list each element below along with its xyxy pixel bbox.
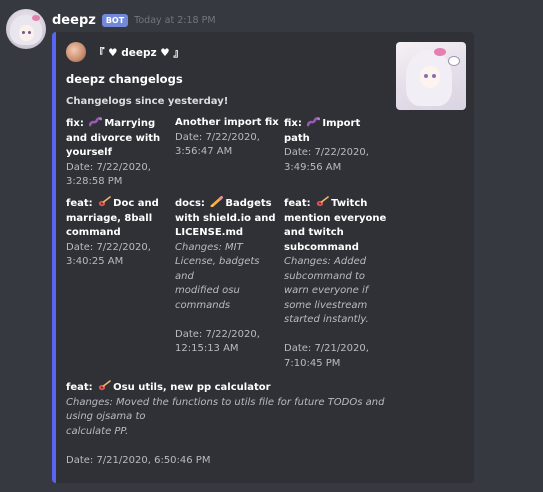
field-prefix: feat: — [66, 382, 97, 393]
field-changes-line: License, badgets and — [175, 256, 260, 282]
changelog-field: docs: Badgets with shield.io and LICENSE.m… — [175, 196, 279, 357]
field-title-line: command — [66, 227, 121, 238]
message-timestamp[interactable]: Today at 2:18 PM — [134, 15, 215, 26]
field-date-line: Date: 7/22/2020, — [66, 241, 151, 253]
field-prefix: fix: — [284, 118, 306, 129]
embed-description: Changelogs since yesterday! — [66, 96, 229, 107]
field-title-line: yourself — [66, 147, 112, 158]
avatar[interactable] — [6, 9, 46, 49]
field-changes-line: started instantly. — [284, 314, 369, 325]
field-changes-line: commands — [175, 299, 231, 311]
field-date-line: 3:40:25 AM — [66, 256, 124, 267]
changelog-field: feat: Doc and marriage, 8ball command Date:… — [66, 196, 170, 270]
field-changes-line: warn everyone if — [284, 285, 369, 296]
field-value: Changes: Moved the functions to utils fi… — [66, 396, 396, 469]
field-spacer — [284, 328, 388, 343]
field-name: Another import fix — [175, 116, 279, 131]
guitar-icon — [316, 196, 329, 207]
field-value: Date: 7/22/2020, 3:28:58 PM — [66, 161, 170, 190]
field-name: fix: Marrying and divorce with yourself — [66, 116, 170, 161]
field-date-line: 7:10:45 PM — [284, 357, 341, 369]
embed-thumbnail[interactable] — [396, 42, 466, 110]
field-name: fix: Import path — [284, 116, 388, 146]
field-value: Changes: MIT License, badgets and modified… — [175, 241, 279, 357]
field-date-line: Date: 7/22/2020, — [284, 147, 369, 158]
guitar-icon — [98, 196, 111, 207]
field-changes-line: calculate PP. — [66, 425, 129, 437]
field-title-line: Another import fix — [175, 117, 279, 128]
field-name: feat: Twitch mention everyone and twitch su… — [284, 196, 388, 255]
field-value: Changes: Added subcommand to warn everyone… — [284, 255, 388, 371]
field-prefix: feat: — [284, 198, 315, 209]
field-date-line: Date: 7/21/2020, — [284, 343, 369, 354]
changelog-field: feat: Twitch mention everyone and twitch su… — [284, 196, 388, 371]
field-value: Date: 7/22/2020, 3:56:47 AM — [175, 131, 279, 160]
field-changes-line: modified osu — [175, 285, 240, 296]
changelog-field: Another import fix Date: 7/22/2020, 3:56:4… — [175, 116, 279, 160]
field-date-line: 3:49:56 AM — [284, 161, 342, 173]
field-title-line: Osu utils, new pp calculator — [113, 382, 271, 393]
field-spacer — [175, 313, 279, 328]
message-header: deepz BOT Today at 2:18 PM — [52, 11, 216, 29]
field-name: feat: Osu utils, new pp calculator — [66, 380, 396, 396]
field-changes-line: subcommand to — [284, 270, 366, 282]
author-avatar-icon — [66, 42, 86, 62]
field-changes-line: Changes: Added — [284, 256, 367, 267]
changelog-field: fix: Import path Date: 7/22/2020, 3:49:56 … — [284, 116, 388, 175]
field-date-line: 3:56:47 AM — [175, 146, 233, 157]
username[interactable]: deepz — [52, 13, 96, 28]
field-name: feat: Doc and marriage, 8ball command — [66, 196, 170, 241]
field-date-line: Date: 7/22/2020, — [66, 161, 151, 173]
field-title-line: Doc and — [113, 198, 159, 209]
field-title-line: marriage, 8ball — [66, 212, 153, 224]
field-date-line: Date: 7/22/2020, — [175, 131, 260, 143]
field-changes-line: some livestream — [284, 299, 368, 311]
embed-author: 『 ♥ deepz ♥ 』 — [66, 42, 184, 62]
pencil-icon — [210, 196, 224, 207]
field-prefix: feat: — [66, 198, 97, 209]
guitar-icon — [98, 380, 111, 391]
field-changes-line: using ojsama to — [66, 411, 146, 422]
field-title-line: with shield.io and — [175, 212, 276, 224]
changelog-field: feat: Osu utils, new pp calculator Change… — [66, 380, 396, 468]
field-date-line: 12:15:13 AM — [175, 343, 239, 354]
field-name: docs: Badgets with shield.io and LICENSE.m… — [175, 196, 279, 241]
field-value: Date: 7/22/2020, 3:49:56 AM — [284, 146, 388, 175]
changelog-embed: 『 ♥ deepz ♥ 』 deepz changelogs Changelog… — [52, 32, 474, 483]
field-title-line: and twitch — [284, 227, 344, 238]
field-title-line: LICENSE.md — [175, 227, 244, 238]
author-name: 『 ♥ deepz ♥ 』 — [94, 46, 184, 59]
field-date-line: 3:28:58 PM — [66, 176, 123, 187]
field-title-line: Twitch — [331, 198, 368, 209]
field-spacer — [66, 439, 396, 454]
field-changes-line: Changes: Moved the functions to utils fi… — [66, 396, 385, 408]
field-title-line: mention everyone — [284, 212, 387, 224]
field-title-line: subcommand — [284, 241, 359, 253]
field-date-line: Date: 7/22/2020, — [175, 328, 260, 340]
field-value: Date: 7/22/2020, 3:40:25 AM — [66, 241, 170, 270]
worm-icon — [307, 116, 321, 127]
field-changes-line: Changes: MIT — [175, 241, 243, 253]
bot-badge: BOT — [101, 13, 129, 27]
embed-title: deepz changelogs — [66, 72, 183, 86]
field-prefix: docs: — [175, 198, 209, 209]
field-title-line: Badgets — [225, 198, 272, 209]
field-date-line: Date: 7/21/2020, 6:50:46 PM — [66, 454, 211, 466]
worm-icon — [89, 116, 103, 127]
field-title-line: Marrying — [104, 118, 156, 129]
changelog-field: fix: Marrying and divorce with yourself Dat… — [66, 116, 170, 190]
field-title-line: and divorce with — [66, 132, 161, 144]
field-prefix: fix: — [66, 118, 88, 129]
